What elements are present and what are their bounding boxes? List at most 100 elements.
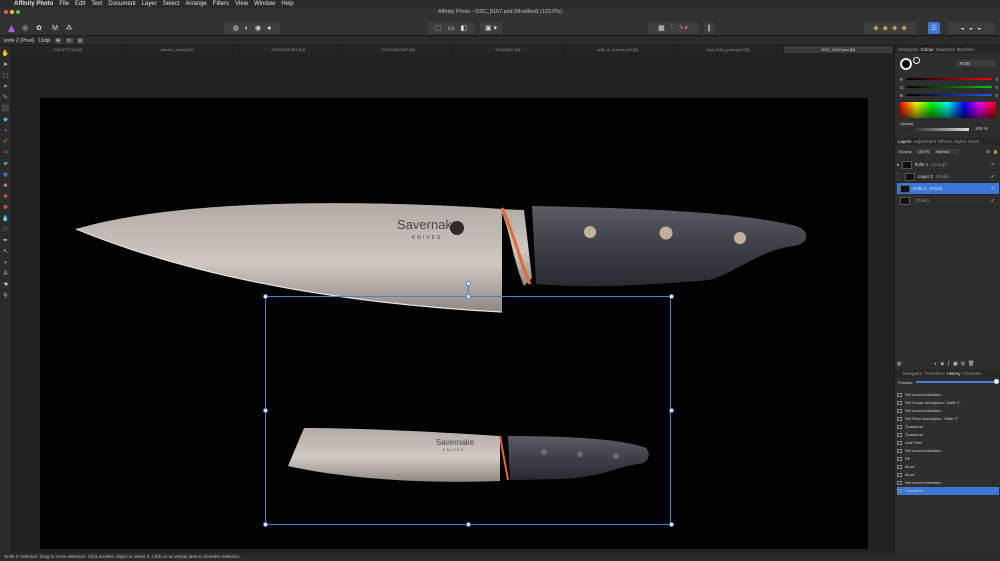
add-pixel-layer-icon[interactable]: ⊞: [961, 361, 965, 367]
zoom-icon[interactable]: ⚲: [2, 292, 10, 300]
layer-row[interactable]: (Pixel) ✓: [897, 195, 999, 207]
levels-icon[interactable]: ◐: [245, 25, 249, 32]
lasso-icon[interactable]: ▭: [448, 24, 455, 32]
document-tab[interactable]: _DSC8773.tif [M]: [12, 46, 123, 53]
visibility-checkbox[interactable]: ✓: [991, 186, 995, 192]
studio-hide-icon[interactable]: ◒: [977, 25, 981, 32]
document-tab-active[interactable]: DSC_8167.psd [M]: [783, 46, 894, 53]
color-spectrum[interactable]: [900, 102, 996, 118]
menu-item[interactable]: Layer: [142, 1, 157, 7]
red-value[interactable]: 0: [995, 77, 998, 82]
history-item[interactable]: Transform: [897, 431, 999, 439]
fill-color-well[interactable]: [900, 58, 912, 70]
tab-transform[interactable]: Transform: [924, 370, 944, 377]
rotation-handle[interactable]: [466, 281, 471, 286]
delete-layer-icon[interactable]: 🗑: [968, 361, 974, 367]
history-item[interactable]: Fill: [897, 455, 999, 463]
history-item-selected[interactable]: Transform: [897, 487, 999, 495]
shape-icon[interactable]: ●: [2, 259, 10, 267]
app-menu[interactable]: Affinity Photo: [14, 1, 53, 7]
pen-icon[interactable]: ✒: [2, 237, 10, 245]
history-item[interactable]: Move: [897, 463, 999, 471]
zoom-window-icon[interactable]: [16, 10, 20, 14]
history-item[interactable]: Set current selection: [897, 479, 999, 487]
layer-row-selected[interactable]: knife 2 (Pixel) ✓: [897, 183, 999, 195]
develop-persona-icon[interactable]: ✿: [34, 22, 44, 34]
flip-icon[interactable]: ◈: [901, 24, 906, 32]
studio-preset-icon[interactable]: ◒: [969, 25, 973, 32]
fx-icon[interactable]: ƒ: [947, 361, 950, 367]
opacity-value[interactable]: 100 %: [975, 126, 988, 131]
visibility-checkbox[interactable]: ✓: [991, 162, 995, 168]
history-item[interactable]: Set current selection: [897, 391, 999, 399]
tab-adjustment[interactable]: Adjustment: [914, 138, 937, 145]
clone-icon[interactable]: ♣: [2, 182, 10, 190]
liquify-persona-icon[interactable]: ◎: [20, 22, 30, 34]
tab-colour[interactable]: Colour: [921, 46, 934, 53]
history-item[interactable]: Set current selection: [897, 447, 999, 455]
align-icon[interactable]: ◈: [873, 24, 878, 32]
group-layer-icon[interactable]: ▣: [953, 361, 958, 367]
menu-item[interactable]: Window: [254, 1, 275, 7]
tab-styles[interactable]: Styles: [954, 138, 966, 145]
adjustment-layer-icon[interactable]: ◐: [934, 361, 937, 367]
tab-navigator[interactable]: Navigator: [903, 370, 922, 377]
document-tab[interactable]: sunset_at.psd [M]: [122, 46, 233, 53]
history-item[interactable]: Set Group description: "knife 1": [897, 399, 999, 407]
smudge-icon[interactable]: ☞: [2, 226, 10, 234]
text-icon[interactable]: A: [2, 270, 10, 278]
document-tab[interactable]: split_at_curves.psd [M]: [563, 46, 674, 53]
tab-brushes[interactable]: Brushes: [957, 46, 974, 53]
blend-mode-select[interactable]: Normal: [934, 148, 959, 154]
transform-handle[interactable]: [669, 408, 674, 413]
green-slider[interactable]: G 0: [900, 84, 998, 90]
green-value[interactable]: 0: [995, 85, 998, 90]
history-item[interactable]: Set Pixel description: "knife 2": [897, 415, 999, 423]
layer-row[interactable]: ▾ knife 1 (Group) ✓: [897, 159, 999, 171]
marquee-tool-icon[interactable]: ⬚: [2, 72, 10, 80]
menu-item[interactable]: Text: [91, 1, 102, 7]
tab-stock[interactable]: Stock: [968, 138, 979, 145]
history-slider-knob[interactable]: [994, 379, 999, 384]
history-item[interactable]: Transform: [897, 423, 999, 431]
menu-item[interactable]: Select: [163, 1, 180, 7]
paint-mixer-icon[interactable]: ✑: [2, 149, 10, 157]
selection-brush-icon[interactable]: ⬛: [2, 105, 10, 113]
menu-item[interactable]: Help: [281, 1, 293, 7]
photo-persona-icon[interactable]: [6, 22, 16, 34]
opacity-slider[interactable]: [909, 128, 969, 131]
quick-mask-button[interactable]: ▣ ▾: [480, 22, 502, 34]
brush-icon[interactable]: ✐: [2, 138, 10, 146]
tab-swatches[interactable]: Swatches: [936, 46, 956, 53]
hand-icon[interactable]: ☚: [2, 281, 10, 289]
selection-bounding-box[interactable]: [265, 296, 671, 525]
white-balance-icon[interactable]: ●: [267, 25, 271, 32]
rotate-icon[interactable]: ⟳: [65, 37, 73, 44]
grid-icon[interactable]: ▦: [658, 24, 665, 32]
marquee-icon[interactable]: ⬚: [435, 24, 442, 32]
visibility-checkbox[interactable]: ✓: [991, 198, 995, 204]
order-icon[interactable]: ◈: [883, 24, 888, 32]
layer-opacity-value[interactable]: 100 %: [915, 148, 932, 154]
snapping-icon[interactable]: ⫶: [671, 24, 673, 32]
menu-item[interactable]: View: [235, 1, 248, 7]
transform-handle[interactable]: [263, 408, 268, 413]
live-filter-icon[interactable]: ◈: [940, 361, 944, 367]
transform-handle[interactable]: [669, 294, 674, 299]
close-window-icon[interactable]: [4, 10, 8, 14]
blue-value[interactable]: 0: [995, 93, 998, 98]
color-wheel-icon[interactable]: ◍: [233, 24, 239, 32]
brush-view-icon[interactable]: ✎▾: [678, 24, 687, 32]
transform-origin-icon[interactable]: ✥: [54, 37, 62, 44]
node-icon[interactable]: ↖: [2, 248, 10, 256]
dodge-icon[interactable]: ◉: [2, 171, 10, 179]
eraser-icon[interactable]: ▰: [2, 160, 10, 168]
layer-row[interactable]: Layer 2 (Pixel) ✓: [897, 171, 999, 183]
transform-handle[interactable]: [263, 522, 268, 527]
move-icon[interactable]: ✋: [2, 50, 10, 58]
studio-link-icon[interactable]: ◒: [961, 25, 965, 32]
minimize-window-icon[interactable]: [10, 10, 14, 14]
visibility-checkbox[interactable]: ✓: [991, 174, 995, 180]
history-position-slider[interactable]: [916, 379, 999, 384]
assistant-icon[interactable]: ❙: [704, 22, 714, 34]
